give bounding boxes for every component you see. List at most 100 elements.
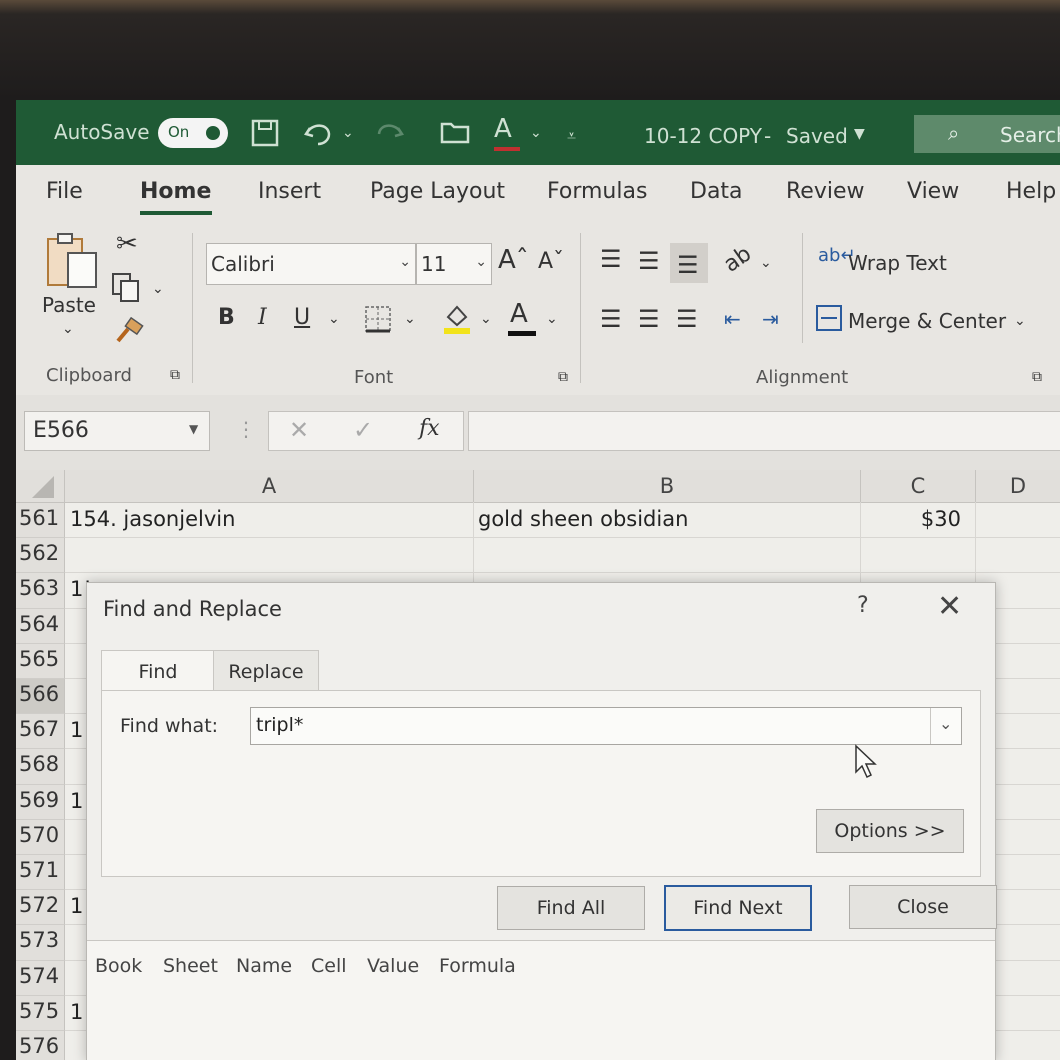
copy-dropdown-icon[interactable]: ⌄ — [152, 281, 164, 297]
top-align-icon[interactable]: ☰ — [600, 245, 622, 273]
orientation-dropdown-icon[interactable]: ⌄ — [760, 255, 772, 271]
column-header-b[interactable]: B — [474, 470, 861, 503]
increase-indent-icon[interactable]: ⇥ — [762, 307, 779, 331]
close-icon[interactable]: ✕ — [937, 589, 962, 624]
copy-icon[interactable] — [110, 271, 142, 307]
row-header[interactable]: 570 — [16, 819, 65, 855]
results-header-value[interactable]: Value — [367, 955, 419, 977]
format-painter-icon[interactable] — [114, 316, 144, 351]
clipboard-launcher-icon[interactable]: ⧉ — [170, 367, 180, 383]
font-color-dropdown-icon[interactable]: ⌄ — [530, 125, 542, 141]
undo-dropdown-icon[interactable]: ⌄ — [342, 125, 354, 141]
row-header[interactable]: 561 — [16, 503, 65, 539]
column-header-a[interactable]: A — [65, 470, 474, 503]
row-header[interactable]: 565 — [16, 643, 65, 679]
tab-replace[interactable]: Replace — [213, 650, 319, 691]
decrease-indent-icon[interactable]: ⇤ — [724, 307, 741, 331]
row-header[interactable]: 567 — [16, 714, 65, 750]
tab-find[interactable]: Find — [101, 650, 215, 692]
find-all-button[interactable]: Find All — [497, 886, 645, 930]
font-size-combo[interactable]: 11 ⌄ — [416, 243, 492, 285]
font-name-combo[interactable]: Calibri ⌄ — [206, 243, 416, 285]
align-center-icon[interactable]: ☰ — [638, 305, 660, 333]
merge-center-button[interactable]: Merge & Center — [848, 309, 1006, 333]
middle-align-icon[interactable]: ☰ — [638, 247, 660, 275]
underline-dropdown-icon[interactable]: ⌄ — [328, 311, 340, 327]
row-header[interactable]: 569 — [16, 784, 65, 820]
results-header-name[interactable]: Name — [236, 955, 292, 977]
paste-button[interactable]: Paste — [42, 293, 96, 317]
find-next-button[interactable]: Find Next — [664, 885, 812, 931]
decrease-font-size-icon[interactable]: Aˇ — [538, 249, 564, 274]
row-header[interactable]: 572 — [16, 890, 65, 926]
row-header[interactable]: 564 — [16, 608, 65, 644]
column-header-c[interactable]: C — [861, 470, 976, 503]
align-right-icon[interactable]: ☰ — [676, 305, 698, 333]
merge-center-icon[interactable] — [816, 305, 842, 335]
column-header-d[interactable]: D — [976, 470, 1060, 503]
tab-review[interactable]: Review — [786, 179, 865, 204]
row-header[interactable]: 562 — [16, 538, 65, 574]
paste-dropdown-icon[interactable]: ⌄ — [62, 321, 74, 337]
search-box[interactable]: ⌕ Search — [914, 115, 1060, 153]
alignment-launcher-icon[interactable]: ⧉ — [1032, 369, 1042, 385]
font-color-dropdown-icon[interactable]: ⌄ — [546, 311, 558, 327]
wrap-text-button[interactable]: Wrap Text — [848, 251, 947, 275]
results-list[interactable]: Book Sheet Name Cell Value Formula — [87, 940, 995, 1060]
saved-status[interactable]: Saved — [786, 124, 848, 148]
increase-font-size-icon[interactable]: Aˆ — [498, 245, 529, 275]
formula-input[interactable] — [468, 411, 1060, 451]
borders-dropdown-icon[interactable]: ⌄ — [404, 311, 416, 327]
tab-insert[interactable]: Insert — [258, 179, 321, 204]
find-what-input[interactable]: tripl* ⌄ — [250, 707, 962, 745]
open-folder-icon[interactable] — [440, 118, 472, 152]
close-button[interactable]: Close — [849, 885, 997, 929]
font-launcher-icon[interactable]: ⧉ — [558, 369, 568, 385]
save-icon[interactable] — [250, 118, 282, 154]
row-header[interactable]: 576 — [16, 1031, 65, 1060]
results-header-book[interactable]: Book — [95, 955, 142, 977]
help-button[interactable]: ? — [857, 593, 869, 618]
cell-a[interactable]: 154. jasonjelvin — [70, 507, 235, 531]
fill-color-dropdown-icon[interactable]: ⌄ — [480, 311, 492, 327]
name-box[interactable]: E566 ▼ — [24, 411, 210, 451]
tab-file[interactable]: File — [46, 179, 83, 204]
row-header[interactable]: 573 — [16, 925, 65, 961]
results-header-formula[interactable]: Formula — [439, 955, 516, 977]
customize-toolbar-icon[interactable]: ⩡ — [567, 126, 576, 146]
row-header[interactable]: 574 — [16, 960, 65, 996]
row-header[interactable]: 571 — [16, 855, 65, 891]
confirm-entry-icon[interactable]: ✓ — [353, 416, 373, 444]
tab-help[interactable]: Help — [1006, 179, 1056, 204]
tab-formulas[interactable]: Formulas — [547, 179, 647, 204]
bold-button[interactable]: B — [218, 305, 235, 330]
italic-button[interactable]: I — [258, 305, 267, 330]
tab-home[interactable]: Home — [140, 179, 211, 204]
font-color-qa-icon[interactable]: A — [494, 114, 512, 144]
borders-icon[interactable] — [364, 305, 392, 337]
row-header[interactable]: 575 — [16, 995, 65, 1031]
autosave-toggle[interactable]: On — [158, 118, 228, 148]
saved-dropdown-icon[interactable]: ▼ — [854, 126, 865, 142]
bottom-align-icon[interactable]: ☰ — [677, 251, 699, 279]
font-color-button[interactable]: A — [510, 299, 528, 329]
fill-color-icon[interactable] — [442, 301, 472, 339]
cut-icon[interactable]: ✂ — [116, 229, 138, 259]
cancel-entry-icon[interactable]: ✕ — [289, 416, 309, 444]
merge-dropdown-icon[interactable]: ⌄ — [1014, 313, 1026, 329]
select-all-corner[interactable] — [16, 470, 65, 503]
find-history-dropdown[interactable]: ⌄ — [930, 708, 961, 744]
insert-function-button[interactable]: fx — [419, 416, 440, 441]
tab-view[interactable]: View — [907, 179, 959, 204]
options-button[interactable]: Options >> — [816, 809, 964, 853]
results-header-sheet[interactable]: Sheet — [163, 955, 218, 977]
cell-c[interactable]: $30 — [865, 507, 961, 531]
paste-icon[interactable] — [44, 231, 100, 295]
row-header[interactable]: 566 — [16, 679, 65, 715]
cell-b[interactable]: gold sheen obsidian — [478, 507, 688, 531]
align-left-icon[interactable]: ☰ — [600, 305, 622, 333]
tab-page-layout[interactable]: Page Layout — [370, 179, 505, 204]
redo-icon[interactable] — [372, 118, 406, 154]
tab-data[interactable]: Data — [690, 179, 743, 204]
underline-button[interactable]: U — [294, 305, 310, 330]
